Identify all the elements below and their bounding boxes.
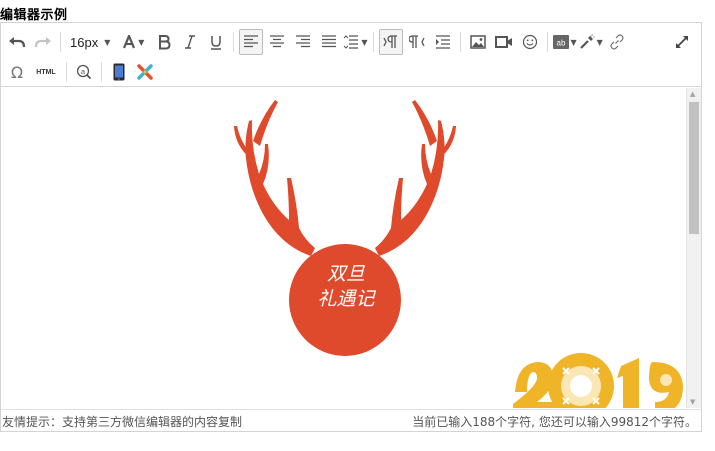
deer-antler-illustration: [234, 100, 456, 356]
emoticon-button[interactable]: [518, 29, 542, 55]
link-button[interactable]: [605, 29, 629, 55]
status-hint: 友情提示：支持第三方微信编辑器的内容复制: [2, 415, 243, 429]
bold-icon: [159, 35, 171, 50]
justify-button[interactable]: [317, 29, 341, 55]
image-icon: [469, 35, 486, 49]
content-scrollbar[interactable]: ▲ ▼: [686, 88, 701, 408]
underline-icon: [211, 36, 222, 50]
preview-button[interactable]: a: [72, 59, 96, 85]
preview-icon: a: [76, 64, 92, 80]
insert-video-button[interactable]: [492, 29, 516, 55]
align-right-button[interactable]: [291, 29, 315, 55]
mobile-icon: [113, 63, 125, 81]
special-character-button[interactable]: Ω: [5, 59, 29, 85]
toolbar-separator: [372, 32, 374, 52]
card-title-text: 双旦 礼遇记: [290, 262, 402, 312]
indent-icon: [435, 35, 450, 49]
align-left-icon: [244, 35, 259, 48]
bold-button[interactable]: [152, 29, 176, 55]
fullscreen-button[interactable]: [670, 29, 694, 55]
italic-button[interactable]: [178, 29, 202, 55]
format-painter-icon: [579, 34, 595, 49]
align-left-button[interactable]: [239, 29, 264, 55]
fullscreen-icon: [676, 36, 688, 48]
background-color-button[interactable]: ab ▼: [552, 29, 577, 55]
page-bottom-spacer: [0, 432, 715, 451]
indent-button[interactable]: [431, 29, 455, 55]
year-2019-decoration: [513, 353, 683, 408]
toolbar-row-1: 16px ▼ ▼ ▼ ab ▼ ▼: [1, 27, 630, 57]
chevron-down-icon: ▼: [570, 37, 577, 47]
svg-text:a: a: [81, 67, 86, 76]
video-icon: [494, 36, 512, 48]
plugin-button[interactable]: [133, 59, 157, 85]
chevron-down-icon: ▼: [596, 37, 603, 47]
font-size-value: 16px: [70, 34, 99, 50]
redo-button[interactable]: [31, 29, 55, 55]
editor-toolbar: 16px ▼ ▼ ▼ ab ▼ ▼ Ω HTML a: [1, 23, 701, 87]
emoticon-icon: [522, 34, 537, 50]
scroll-down-arrow-icon[interactable]: ▼: [690, 398, 695, 406]
html-label: HTML: [36, 68, 56, 76]
toolbar-separator: [101, 62, 102, 82]
omega-icon: Ω: [10, 62, 24, 82]
toolbar-separator: [233, 32, 235, 52]
page-title: 编辑器示例: [0, 8, 68, 23]
underline-button[interactable]: [204, 29, 228, 55]
html-source-button[interactable]: HTML: [31, 59, 61, 85]
chevron-down-icon: ▼: [138, 37, 145, 47]
format-painter-button[interactable]: ▼: [579, 29, 603, 55]
link-icon: [610, 34, 624, 50]
toolbar-separator: [60, 32, 61, 52]
svg-text:ab: ab: [556, 39, 565, 48]
rich-text-editor: 16px ▼ ▼ ▼ ab ▼ ▼ Ω HTML a 双旦 礼遇记 ▲ ▼ 友情…: [0, 22, 702, 432]
font-color-icon: [123, 35, 136, 49]
align-center-icon: [270, 35, 285, 48]
chevron-down-icon: ▼: [361, 37, 368, 47]
editor-content-area[interactable]: 双旦 礼遇记: [1, 88, 687, 408]
redo-icon: [34, 37, 51, 48]
undo-icon: [9, 37, 26, 48]
toolbar-separator: [459, 32, 461, 52]
plugin-icon: [137, 64, 153, 80]
undo-button[interactable]: [5, 29, 29, 55]
character-counter: 当前已输入188个字符, 您还可以输入99812个字符。: [412, 415, 697, 429]
insert-image-button[interactable]: [466, 29, 490, 55]
align-center-button[interactable]: [265, 29, 289, 55]
toolbar-separator: [66, 62, 67, 82]
scrollbar-thumb[interactable]: [689, 102, 699, 234]
ltr-button[interactable]: [378, 29, 403, 55]
align-right-icon: [296, 35, 311, 48]
mobile-preview-button[interactable]: [107, 59, 131, 85]
ltr-icon: [382, 35, 397, 48]
editor-status-bar: 友情提示：支持第三方微信编辑器的内容复制 当前已输入188个字符, 您还可以输入…: [1, 409, 701, 431]
line-height-button[interactable]: ▼: [343, 29, 368, 55]
font-size-select[interactable]: 16px ▼: [66, 29, 110, 55]
rtl-button[interactable]: [405, 29, 429, 55]
rtl-icon: [408, 35, 425, 48]
chevron-down-icon: ▼: [104, 37, 111, 47]
scroll-up-arrow-icon[interactable]: ▲: [690, 90, 695, 98]
justify-icon: [322, 35, 337, 48]
font-color-button[interactable]: ▼: [121, 29, 145, 55]
toolbar-row-2: Ω HTML a: [1, 57, 158, 87]
background-color-icon: ab: [552, 35, 569, 49]
card-title-line-2: 礼遇记: [317, 288, 375, 310]
italic-icon: [185, 35, 196, 49]
card-title-line-1: 双旦: [326, 263, 365, 285]
toolbar-separator: [546, 32, 548, 52]
line-height-icon: [344, 35, 359, 49]
